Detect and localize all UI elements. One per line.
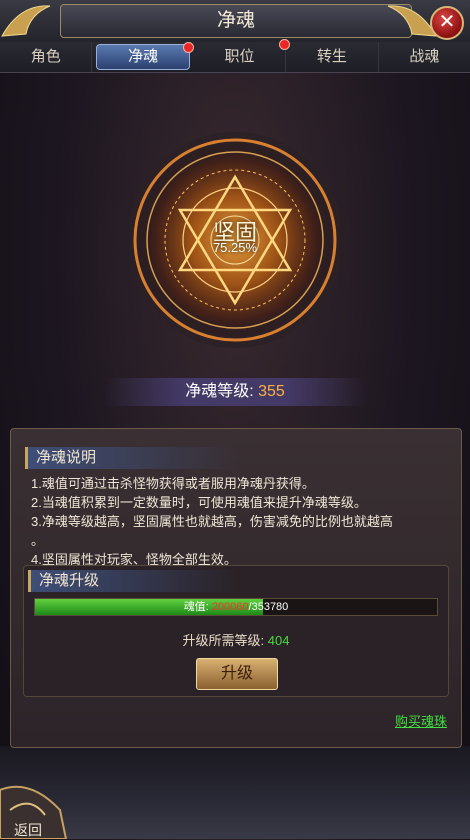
upgrade-heading: 净魂升级 <box>28 570 239 592</box>
title-bar: 净魂 ✕ <box>0 0 470 44</box>
notification-dot <box>182 42 194 53</box>
soul-max: /353780 <box>248 601 289 613</box>
tab-war-soul[interactable]: 战魂 <box>379 42 470 72</box>
soul-level-display: 净魂等级: 355 <box>105 378 365 406</box>
page-title: 净魂 <box>60 4 412 38</box>
upgrade-box: 净魂升级 魂值: 200060/353780 升级所需等级: 404 升级 <box>23 565 449 697</box>
back-button[interactable]: 返回 <box>14 820 42 840</box>
required-level: 升级所需等级: 404 <box>182 633 290 648</box>
description-line: 3.净魂等级越高，坚固属性也就越高，伤害减免的比例也就越高 <box>31 514 393 529</box>
upgrade-button[interactable]: 升级 <box>196 658 278 690</box>
description-heading: 净魂说明 <box>25 447 236 469</box>
level-label: 净魂等级: <box>185 383 254 400</box>
soul-progress-bar: 魂值: 200060/353780 <box>34 598 438 616</box>
info-panel: 净魂说明 1.魂值可通过击杀怪物获得或者服用净魂丹获得。 2.当魂值积累到一定数… <box>10 428 462 748</box>
description-line: 。 <box>31 533 45 548</box>
tab-soul-purify[interactable]: 净魂 <box>96 42 194 70</box>
description-line: 2.当魂值积累到一定数量时，可使用魂值来提升净魂等级。 <box>31 495 367 510</box>
soul-current: 200060 <box>211 601 249 613</box>
close-button[interactable]: ✕ <box>430 6 464 40</box>
buy-soul-bead-link[interactable]: 购买魂珠 <box>395 711 447 730</box>
tab-bar: 角色 净魂 职位 转生 战魂 <box>0 39 470 73</box>
required-level-value: 404 <box>267 633 290 648</box>
level-value: 355 <box>258 383 285 400</box>
description-line: 1.魂值可通过击杀怪物获得或者服用净魂丹获得。 <box>31 476 315 491</box>
left-wing-ornament <box>1 5 51 37</box>
soul-progress-text: 魂值: 200060/353780 <box>183 601 289 613</box>
background-floor <box>0 746 470 839</box>
seal-attribute-percent: 75.25% <box>212 240 258 255</box>
tab-character[interactable]: 角色 <box>0 42 93 72</box>
tab-position[interactable]: 职位 <box>194 39 291 72</box>
tab-rebirth[interactable]: 转生 <box>286 42 379 72</box>
